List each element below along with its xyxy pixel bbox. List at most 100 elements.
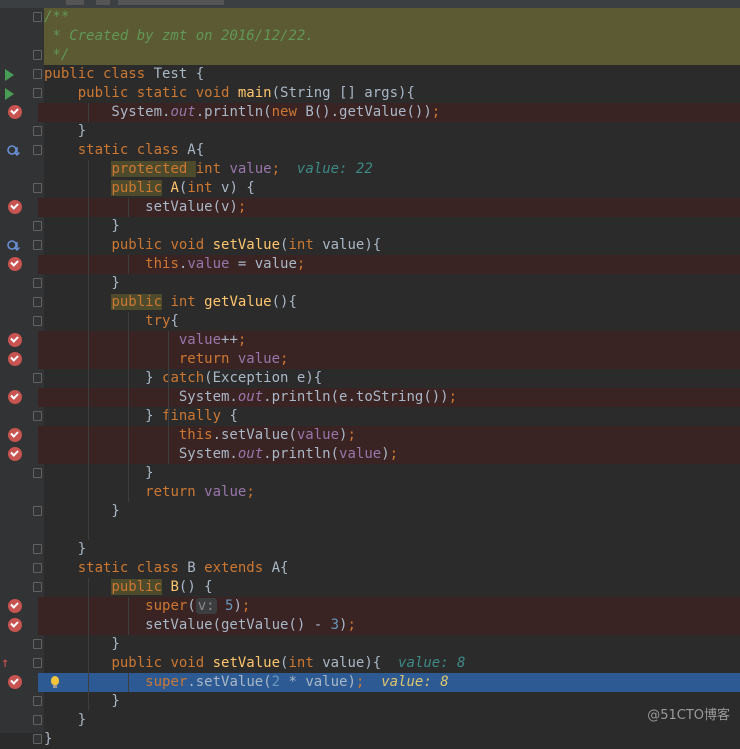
code-token: getValue [204,294,272,310]
fold-marker-icon[interactable] [33,696,42,706]
editor-tab-active[interactable] [118,0,224,5]
fold-marker-icon[interactable] [33,183,42,193]
fold-marker-icon[interactable] [33,411,42,421]
code-line[interactable]: static class A{ [0,141,740,160]
breakpoint-icon[interactable] [8,599,22,613]
code-line[interactable]: } [0,692,740,711]
breakpoint-icon[interactable] [8,352,22,366]
code-token: main [237,85,272,101]
code-line[interactable] [0,521,740,540]
code-line[interactable]: } catch(Exception e){ [0,369,740,388]
breakpoint-icon[interactable] [8,105,22,119]
code-line[interactable]: } [0,464,740,483]
fold-marker-icon[interactable] [33,50,42,60]
fold-marker-icon[interactable] [33,468,42,478]
fold-marker-icon[interactable] [33,563,42,573]
code-line[interactable]: /** [0,8,740,27]
breakpoint-icon[interactable] [8,447,22,461]
indent-guide [128,198,129,217]
fold-marker-icon[interactable] [33,639,42,649]
code-line[interactable]: super.setValue(2 * value); value: 8 [0,673,740,692]
code-line[interactable]: this.setValue(value); [0,426,740,445]
code-line[interactable]: public int getValue(){ [0,293,740,312]
breakpoint-icon[interactable] [8,257,22,271]
code-token: { [229,408,238,424]
code-line[interactable]: public class Test { [0,65,740,84]
overridden-method-icon[interactable] [7,144,21,158]
fold-marker-icon[interactable] [33,297,42,307]
code-line[interactable]: } finally { [0,407,740,426]
fold-marker-icon[interactable] [33,658,42,668]
fold-marker-icon[interactable] [33,69,42,79]
inline-debug-value: value: 8 [398,655,466,671]
fold-marker-icon[interactable] [33,582,42,592]
fold-marker-icon[interactable] [33,126,42,136]
code-text: super.setValue(2 * value); value: 8 [44,673,448,692]
code-line[interactable]: protected int value; value: 22 [0,160,740,179]
code-token: value [187,256,230,272]
run-gutter-icon[interactable] [5,69,14,81]
fold-marker-icon[interactable] [33,221,42,231]
code-text: } catch(Exception e){ [44,369,322,388]
code-line[interactable]: } [0,122,740,141]
fold-marker-icon[interactable] [33,316,42,326]
code-line[interactable]: System.out.println(e.toString()); [0,388,740,407]
fold-marker-icon[interactable] [33,506,42,516]
code-line[interactable]: try{ [0,312,740,331]
code-line[interactable]: value++; [0,331,740,350]
code-token: ; [246,484,255,500]
breakpoint-icon[interactable] [8,333,22,347]
overridden-method-icon[interactable] [7,239,21,253]
code-text: } [44,274,119,293]
code-line[interactable]: return value; [0,483,740,502]
code-line[interactable]: static class B extends A{ [0,559,740,578]
code-line[interactable]: setValue(v); [0,198,740,217]
code-token: out [170,104,196,120]
fold-marker-icon[interactable] [33,734,42,744]
fold-marker-icon[interactable] [33,715,42,725]
fold-marker-icon[interactable] [33,373,42,383]
overrides-up-arrow-icon[interactable]: ↑ [1,655,11,672]
editor-tab[interactable] [96,0,110,5]
breakpoint-icon[interactable] [8,618,22,632]
code-token: ; [237,332,247,348]
fold-marker-icon[interactable] [33,278,42,288]
breakpoint-icon[interactable] [8,428,22,442]
code-token: */ [44,47,70,63]
breakpoint-icon[interactable] [8,675,22,689]
code-line[interactable]: } [0,635,740,654]
code-line[interactable]: public void setValue(int value){ [0,236,740,255]
code-line[interactable]: * Created by zmt on 2016/12/22. [0,27,740,46]
code-line[interactable]: super(v: 5); [0,597,740,616]
breakpoint-icon[interactable] [8,200,22,214]
fold-marker-icon[interactable] [33,88,42,98]
code-line[interactable]: */ [0,46,740,65]
breakpoint-icon[interactable] [8,390,22,404]
code-line[interactable]: ↑ public void setValue(int value){ value… [0,654,740,673]
code-text: this.value = value; [44,255,305,274]
code-line[interactable]: } [0,711,740,730]
code-line[interactable]: return value; [0,350,740,369]
code-line[interactable]: this.value = value; [0,255,740,274]
code-token: A{ [271,560,289,576]
editor-tab[interactable] [66,0,84,5]
code-line[interactable]: public static void main(String [] args){ [0,84,740,103]
code-line[interactable]: } [0,217,740,236]
code-line[interactable]: setValue(getValue() - 3); [0,616,740,635]
code-token: } [44,465,154,481]
fold-marker-icon[interactable] [33,544,42,554]
code-line[interactable]: } [0,540,740,559]
code-line[interactable]: } [0,274,740,293]
fold-marker-icon[interactable] [33,145,42,155]
code-line[interactable]: System.out.println(value); [0,445,740,464]
code-line[interactable]: } [0,502,740,521]
fold-marker-icon[interactable] [33,12,42,22]
run-gutter-icon[interactable] [5,88,14,100]
code-line[interactable]: public B() { [0,578,740,597]
fold-marker-icon[interactable] [33,240,42,250]
code-line[interactable]: public A(int v) { [0,179,740,198]
code-text: /** [44,8,69,27]
code-line[interactable]: System.out.println(new B().getValue()); [0,103,740,122]
code-token: ++ [221,332,238,348]
